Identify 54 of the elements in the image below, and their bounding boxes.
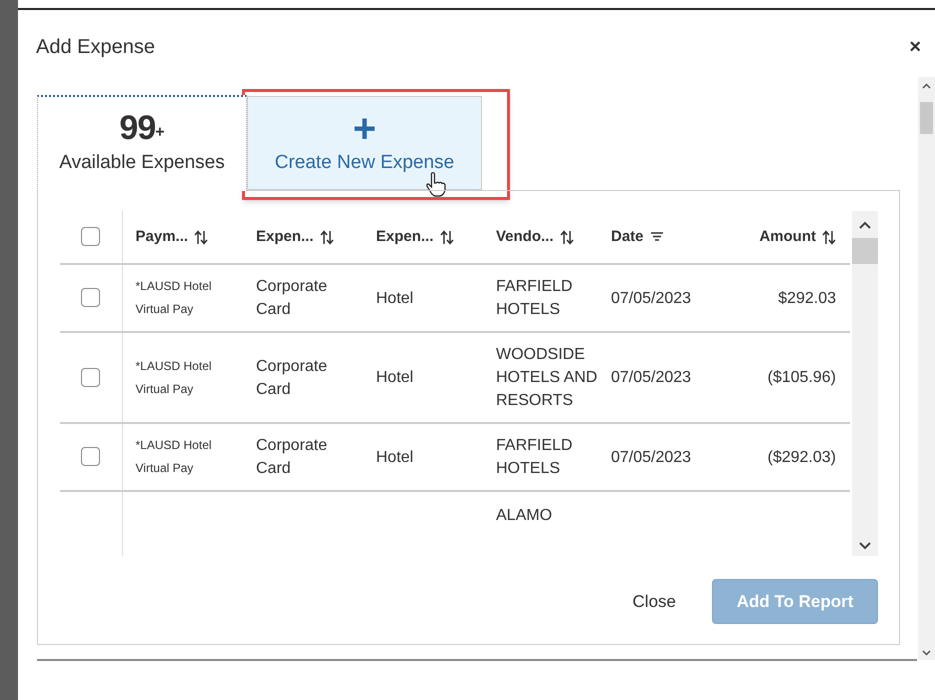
filter-icon (650, 231, 664, 243)
dialog-title: Add Expense (36, 35, 155, 60)
table-cell: *LAUSD Hotel Virtual Pay (136, 279, 212, 316)
table-cell: 07/05/2023 (611, 290, 692, 306)
table-cell: ALAMO (496, 507, 552, 524)
column-header[interactable]: Vendo... (496, 226, 574, 248)
column-header[interactable]: Date (611, 226, 664, 248)
create-expense-tab[interactable]: + Create New Expense (247, 96, 482, 190)
sort-icon (440, 230, 454, 244)
table-cell: Hotel (376, 369, 414, 386)
table-cell: FARFIELD HOTELS (496, 278, 572, 318)
table-cell: Hotel (376, 448, 414, 466)
table-cell: $292.03 (778, 290, 836, 306)
table-cell: *LAUSD Hotel Virtual Pay (136, 438, 212, 475)
row-checkbox[interactable] (81, 368, 100, 387)
sort-icon (320, 230, 334, 244)
table-cell: FARFIELD HOTELS (496, 437, 572, 477)
sort-icon (822, 230, 836, 244)
column-header[interactable]: Paym... (136, 226, 208, 248)
sort-icon (560, 230, 574, 244)
table-scrollbar[interactable] (852, 211, 878, 556)
table-cell: WOODSIDE HOTELS AND RESORTS (496, 346, 598, 409)
table-cell: Corporate Card (256, 358, 328, 398)
scrollbar[interactable] (918, 77, 935, 660)
expense-count: 99 (119, 110, 156, 145)
expenses-tab[interactable]: 99+ Available Expenses (37, 95, 247, 191)
table-cell: ($105.96) (768, 369, 836, 386)
scroll-up-icon[interactable] (922, 83, 931, 89)
table-cell: Corporate Card (256, 437, 328, 477)
scrollbar-thumb[interactable] (920, 102, 933, 134)
table-cell: *LAUSD Hotel Virtual Pay (136, 358, 212, 396)
table-cell: 07/05/2023 (611, 369, 692, 386)
close-button[interactable]: Close (632, 588, 676, 614)
scroll-down-icon[interactable] (922, 650, 931, 656)
tab-label: Available Expenses (59, 150, 225, 175)
table-cell: ($292.03) (768, 448, 836, 466)
select-all-checkbox[interactable] (81, 227, 100, 246)
table-cell: Corporate Card (256, 278, 328, 318)
scroll-up-icon[interactable] (859, 221, 871, 229)
hand-cursor-icon (425, 171, 447, 197)
sort-icon (194, 230, 208, 244)
scrollbar-thumb[interactable] (852, 238, 878, 264)
tab-label: Create New Expense (274, 150, 454, 175)
column-header[interactable]: Amount (759, 226, 836, 248)
plus-icon: + (352, 108, 376, 149)
row-checkbox[interactable] (81, 288, 100, 308)
column-header[interactable]: Expen... (376, 226, 454, 248)
close-button[interactable]: × (909, 37, 921, 57)
table-cell: 07/05/2023 (611, 448, 692, 466)
scroll-down-icon[interactable] (859, 542, 871, 550)
column-header[interactable]: Expen... (256, 226, 334, 248)
count-suffix: + (155, 122, 165, 143)
table-cell: Hotel (376, 290, 414, 306)
row-checkbox[interactable] (81, 447, 100, 466)
